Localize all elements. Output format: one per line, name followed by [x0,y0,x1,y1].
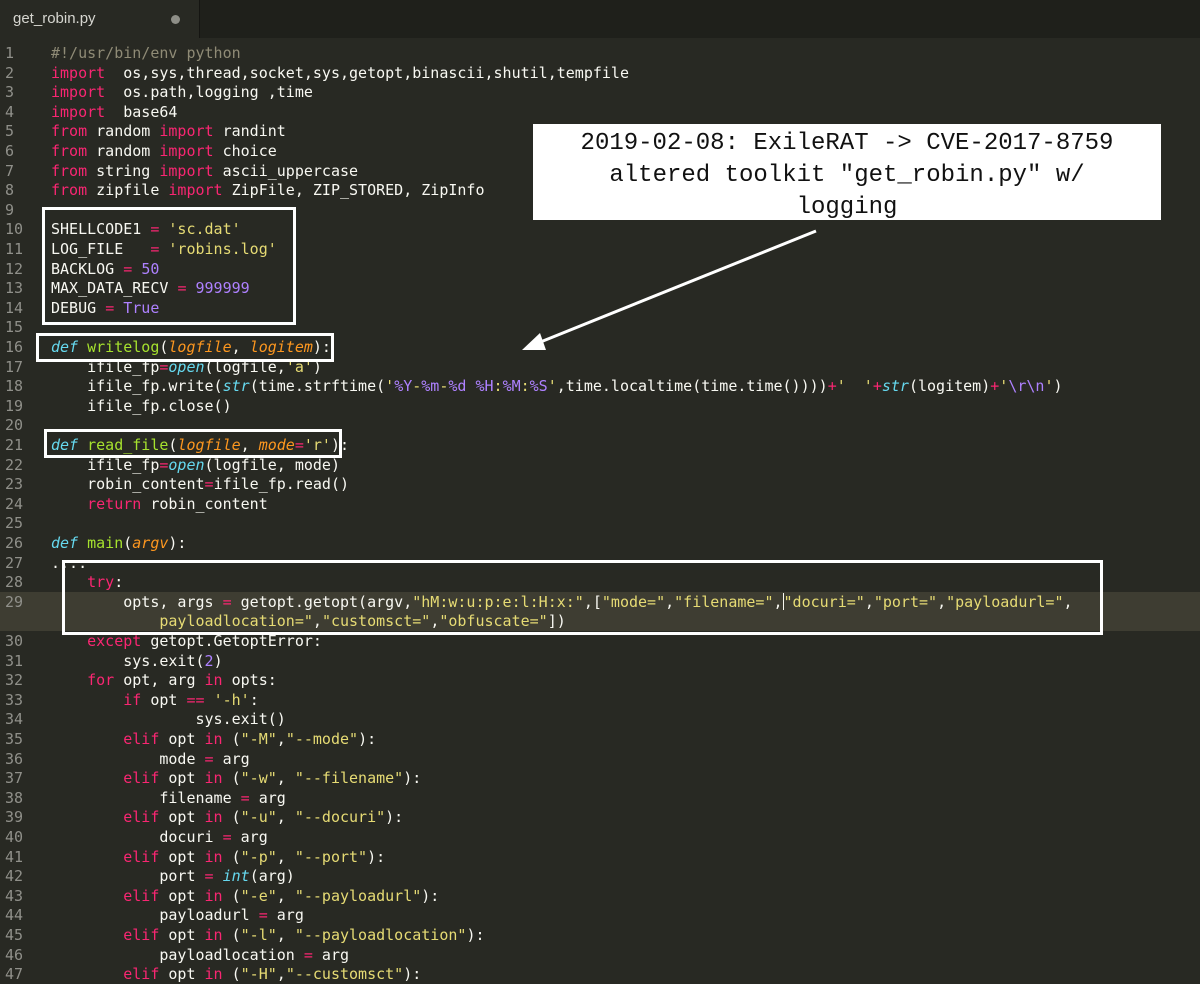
annotation-arrow [522,229,817,350]
